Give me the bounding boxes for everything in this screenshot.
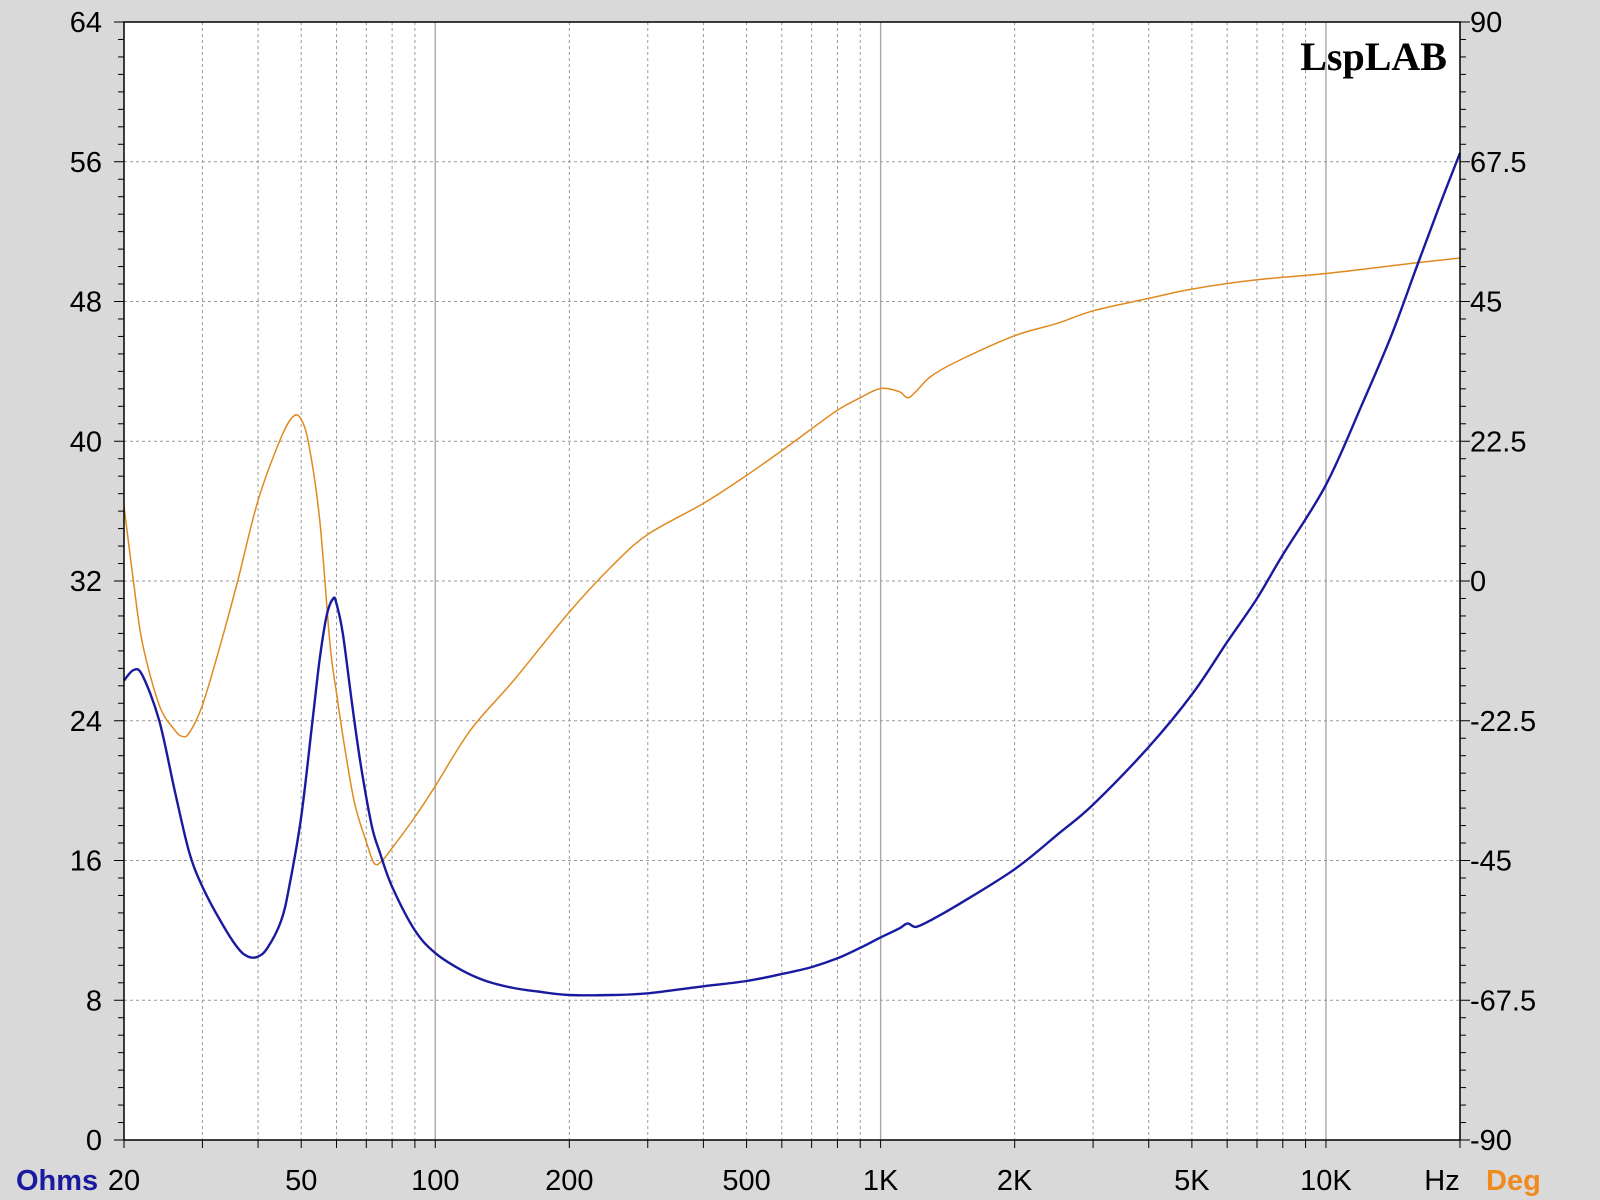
impedance-phase-chart: 20 50 100 200 500 1K 2K 5K 10K 0816243240485664 … — [16, 7, 1541, 1197]
y-left-tick-label: 8 — [86, 985, 102, 1017]
y-left-tick-label: 24 — [70, 706, 102, 738]
y-right-tick-label: 22.5 — [1470, 426, 1526, 458]
x-tick-label: 50 — [285, 1165, 317, 1197]
x-tick-labels: 20 50 100 200 500 1K 2K 5K 10K — [108, 1165, 1353, 1197]
y-right-tick-label: -90 — [1470, 1125, 1512, 1157]
x-unit-label: Hz — [1424, 1165, 1459, 1197]
y-left-tick-label: 48 — [70, 287, 102, 319]
x-tick-label: 100 — [411, 1165, 459, 1197]
x-tick-label: 1K — [863, 1165, 899, 1197]
y-left-tick-label: 40 — [70, 426, 102, 458]
y-right-tick-label: 0 — [1470, 566, 1486, 598]
y-left-tick-label: 32 — [70, 566, 102, 598]
x-tick-label: 5K — [1174, 1165, 1210, 1197]
left-axis-title: Ohms — [16, 1165, 98, 1197]
x-tick-label: 200 — [545, 1165, 593, 1197]
x-tick-label: 20 — [108, 1165, 140, 1197]
y-left-tick-label: 56 — [70, 147, 102, 179]
x-tick-label: 10K — [1300, 1165, 1352, 1197]
y-right-tick-label: 90 — [1470, 7, 1502, 39]
x-tick-label: 500 — [722, 1165, 770, 1197]
x-tick-label: 2K — [997, 1165, 1033, 1197]
watermark-logo: LspLAB — [1300, 34, 1447, 79]
y-right-tick-label: -67.5 — [1470, 985, 1536, 1017]
y-right-tick-label: 45 — [1470, 287, 1502, 319]
y-left-tick-label: 64 — [70, 7, 102, 39]
right-axis-title: Deg — [1486, 1165, 1541, 1197]
y-right-tick-labels: -90 -67.5 -45 -22.5 0 22.5 45 67.5 90 — [1470, 7, 1536, 1157]
y-left-tick-label: 0 — [86, 1125, 102, 1157]
y-left-tick-label: 16 — [70, 846, 102, 878]
y-right-tick-label: 67.5 — [1470, 147, 1526, 179]
y-right-tick-label: -45 — [1470, 846, 1512, 878]
y-left-tick-labels: 0 8 16 24 32 40 48 56 64 — [70, 7, 102, 1157]
y-right-tick-label: -22.5 — [1470, 706, 1536, 738]
